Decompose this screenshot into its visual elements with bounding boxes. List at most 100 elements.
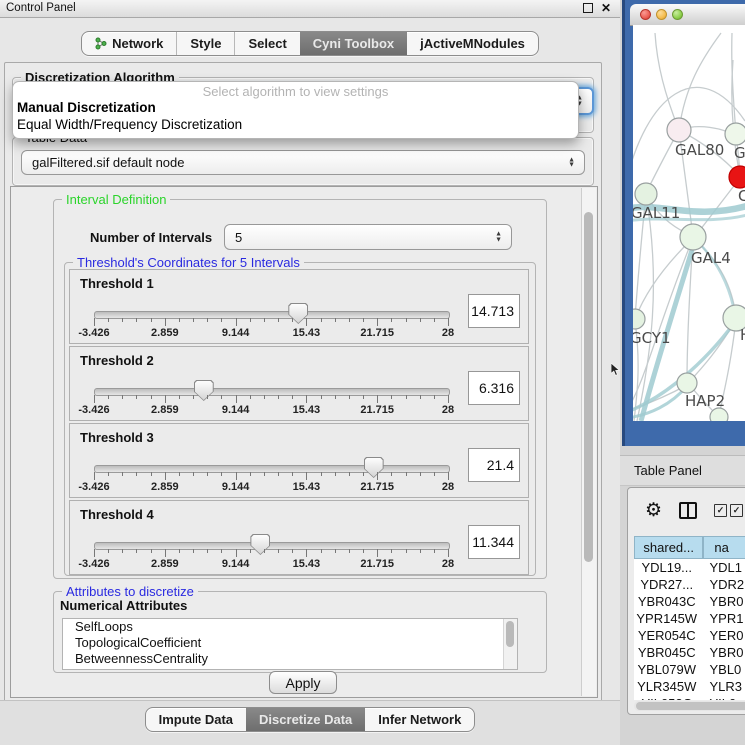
network-node-label: GCY1 [633,329,671,347]
table-toolbar: ⚙ ✓ ✓ [628,488,745,532]
table-cell[interactable]: YDR27... [634,576,699,593]
table-row[interactable]: YPR145WYPR1 [634,610,745,627]
float-window-icon[interactable] [583,3,593,13]
table-cell[interactable]: YBR0 [699,644,745,661]
tab-label: Discretize Data [259,712,352,727]
panel-scrollbar-thumb[interactable] [584,212,593,562]
tab-label: Infer Network [378,712,461,727]
tab-style[interactable]: Style [177,32,235,55]
threshold-4-panel: Threshold 4-3.4262.8599.14415.4321.71528… [69,500,529,575]
network-canvas[interactable]: GAL80GCGAL11GAL4GCY1HHAP2 [633,25,745,421]
attribute-list-item[interactable]: TopologicalCoefficient [63,635,517,651]
network-node-hap2[interactable] [677,373,697,393]
network-node-gcy1[interactable] [633,309,645,329]
tab-jactivemnodules[interactable]: jActiveMNodules [407,32,538,55]
network-node-label: H [740,326,745,344]
traffic-light-minimize[interactable] [656,9,667,20]
table-hscrollbar[interactable] [634,701,745,711]
threshold-value-field[interactable]: 6.316 [468,371,520,405]
tick-label: 2.859 [151,327,179,339]
tick-label: 21.715 [360,327,394,339]
tab-select[interactable]: Select [235,32,300,55]
network-node-label: C [738,187,745,205]
tick-label: -3.426 [78,481,109,493]
table-data-value: galFiltered.sif default node [32,155,184,170]
table-data-combobox[interactable]: galFiltered.sif default node ▲▼ [21,150,585,175]
tick-label: 28 [442,327,454,339]
tab-label: Network [112,36,163,51]
list-scrollbar[interactable] [503,619,517,669]
attribute-list-item[interactable]: SelfLoops [63,619,517,635]
network-node-g[interactable] [725,123,745,145]
table-row[interactable]: YBR045CYBR0 [634,644,745,661]
table-cell[interactable]: YER0 [699,627,745,644]
tick-label: 15.43 [293,327,321,339]
network-window: GAL80GCGAL11GAL4GCY1HHAP2 [622,0,745,446]
table-cell[interactable]: YBR0 [699,593,745,610]
table-row[interactable]: YIL052CYIL0 [634,695,745,700]
network-icon [95,37,107,50]
checkbox-icon[interactable]: ✓ [730,504,743,517]
table-cell[interactable]: YIL052C [634,695,699,700]
table-row[interactable]: YER054CYER0 [634,627,745,644]
split-columns-icon[interactable] [679,502,697,519]
dropdown-option-equal-width[interactable]: Equal Width/Frequency Discretization [13,117,578,134]
table-header-cell[interactable]: shared... [634,536,703,559]
thresholds-group: Threshold's Coordinates for 5 Intervals … [64,262,536,576]
table-cell[interactable]: YBL079W [634,661,699,678]
threshold-3-panel: Threshold 3-3.4262.8599.14415.4321.71528… [69,423,529,498]
table-panel: ⚙ ✓ ✓ shared...na YDL19...YDL1YDR27...YD… [627,487,745,715]
table-cell[interactable]: YER054C [634,627,699,644]
number-of-intervals-combobox[interactable]: 5 ▲▼ [224,224,512,250]
table-header-cell[interactable]: na [703,536,745,559]
node-table: shared...na YDL19...YDL1YDR27...YDR2YBR0… [634,536,745,700]
traffic-light-zoom[interactable] [672,9,683,20]
tab-infer-network[interactable]: Infer Network [365,708,474,731]
table-cell[interactable]: YLR3 [699,678,745,695]
table-row[interactable]: YDL19...YDL1 [634,559,745,576]
table-panel-titlebar: Table Panel [620,455,745,486]
table-row[interactable]: YBL079WYBL0 [634,661,745,678]
table-cell[interactable]: YDL19... [634,559,699,576]
tick-label: 9.144 [222,327,250,339]
threshold-label: Threshold 2 [80,353,154,368]
threshold-value-field[interactable]: 14.713 [468,294,520,328]
settings-gear-icon[interactable]: ⚙ [645,501,662,520]
close-icon[interactable]: ✕ [601,3,611,13]
tab-impute-data[interactable]: Impute Data [146,708,247,731]
tab-label: Select [248,36,286,51]
table-cell[interactable]: YPR145W [634,610,699,627]
table-cell[interactable]: YDL1 [699,559,745,576]
table-cell[interactable]: YBR045C [634,644,699,661]
table-row[interactable]: YLR345WYLR3 [634,678,745,695]
attributes-group: Attributes to discretize Numerical Attri… [53,591,547,673]
dropdown-option-manual[interactable]: Manual Discretization [13,100,578,117]
algorithm-dropdown-popup: Select algorithm to view settings Manual… [12,81,579,139]
panel-scrollbar[interactable] [581,188,596,696]
traffic-light-close[interactable] [640,9,651,20]
attribute-list-item[interactable]: BetweennessCentrality [63,651,517,667]
threshold-value-field[interactable]: 21.4 [468,448,520,482]
tab-cyni-toolbox[interactable]: Cyni Toolbox [300,32,407,55]
table-cell[interactable]: YPR1 [699,610,745,627]
table-row[interactable]: YBR043CYBR0 [634,593,745,610]
apply-button[interactable]: Apply [269,671,337,694]
network-node-c[interactable] [729,166,745,188]
table-panel-title: Table Panel [634,463,702,478]
network-node-gal11[interactable] [635,183,657,205]
table-cell[interactable]: YBL0 [699,661,745,678]
table-row[interactable]: YDR27...YDR2 [634,576,745,593]
tick-label: 9.144 [222,404,250,416]
threshold-value-field[interactable]: 11.344 [468,525,520,559]
network-node-gal80[interactable] [667,118,691,142]
tab-network[interactable]: Network [82,32,177,55]
top-tab-bar: Network Style Select Cyni ToolboxjActiveMNo… [0,31,620,56]
table-cell[interactable]: YDR2 [699,576,745,593]
network-node-gal4[interactable] [680,224,706,250]
tab-discretize-data[interactable]: Discretize Data [246,708,365,731]
numerical-attributes-list: SelfLoopsTopologicalCoefficientBetweenne… [62,618,518,670]
table-cell[interactable]: YLR345W [634,678,699,695]
checkbox-icon[interactable]: ✓ [714,504,727,517]
table-cell[interactable]: YBR043C [634,593,699,610]
table-cell[interactable]: YIL0 [699,695,745,700]
